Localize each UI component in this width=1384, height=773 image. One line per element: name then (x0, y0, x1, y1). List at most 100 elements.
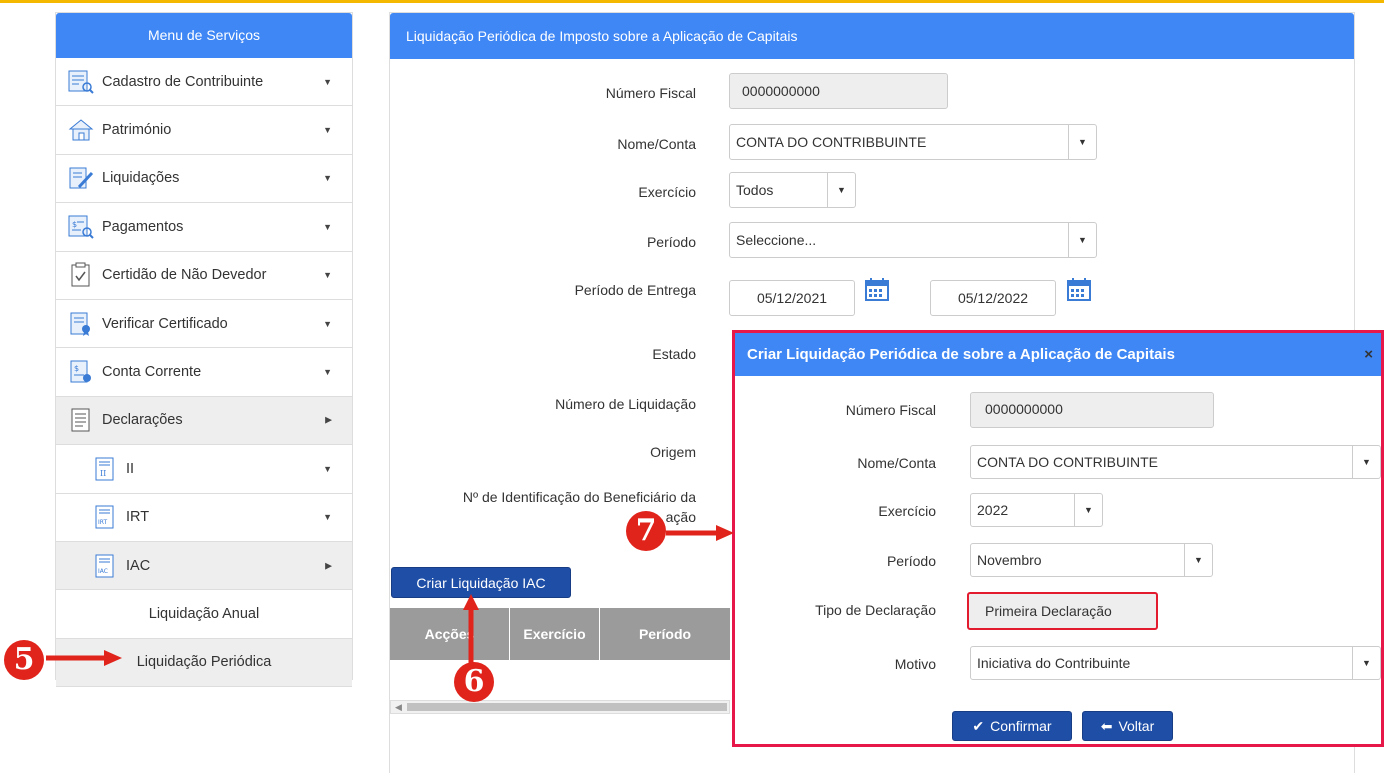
confirm-button[interactable]: ✔ Confirmar (952, 711, 1072, 741)
origem-label: Origem (650, 444, 696, 460)
table-horizontal-scrollbar[interactable]: ◀ (390, 700, 730, 714)
modal-motivo-label: Motivo (894, 656, 936, 672)
table-header-accoes[interactable]: Acções (390, 608, 510, 660)
modal-row-nome-conta: Nome/Conta CONTA DO CONTRIBUINTE ▼ (735, 445, 1381, 481)
modal-nome-conta-value: CONTA DO CONTRIBUINTE (977, 454, 1158, 470)
step-6-arrow-icon (463, 594, 479, 664)
numero-fiscal-field[interactable]: 0000000000 (729, 73, 948, 109)
sidebar-item-irt[interactable]: IRT IRT ▼ (56, 493, 352, 542)
chevron-down-icon: ▼ (323, 221, 332, 232)
modal-exercicio-value: 2022 (977, 502, 1009, 518)
sidebar-item-label: Cadastro de Contribuinte (102, 73, 264, 90)
sidebar-item-cadastro[interactable]: Cadastro de Contribuinte ▼ (56, 58, 352, 107)
svg-text:$: $ (72, 220, 77, 229)
modal-header: Criar Liquidação Periódica de sobre a Ap… (735, 333, 1381, 376)
sidebar-item-conta-corrente[interactable]: $ Conta Corrente ▼ (56, 348, 352, 397)
iac-document-icon: IAC (90, 552, 120, 580)
periodo-value: Seleccione... (736, 232, 817, 248)
date-from-input[interactable]: 05/12/2021 (729, 280, 855, 316)
pencil-document-icon (66, 164, 96, 192)
modal-nome-conta-label: Nome/Conta (857, 455, 936, 471)
calendar-icon[interactable] (1066, 276, 1092, 302)
svg-text:$: $ (74, 364, 79, 373)
modal-numero-fiscal-label: Número Fiscal (845, 402, 936, 418)
form-row-periodo-entrega: Período de Entrega 05/12/2021 05/12/2022 (390, 276, 1356, 316)
modal-row-motivo: Motivo Iniciativa do Contribuinte ▼ (735, 646, 1381, 682)
modal-title: Criar Liquidação Periódica de sobre a Ap… (747, 346, 1175, 363)
modal-nome-conta-select[interactable]: CONTA DO CONTRIBUINTE ▼ (970, 445, 1381, 479)
step-6-badge: 6 (454, 662, 494, 702)
chevron-down-icon: ▼ (1184, 544, 1212, 576)
modal-tipo-declaracao-field[interactable]: Primeira Declaração (967, 592, 1158, 630)
sidebar-item-certidao[interactable]: Certidão de Não Devedor ▼ (56, 251, 352, 300)
sidebar-item-label: Património (102, 122, 172, 139)
sidebar-item-verificar-certificado[interactable]: Verificar Certificado ▼ (56, 299, 352, 349)
account-icon: $ (66, 358, 96, 386)
modal-row-tipo-declaracao: Tipo de Declaração Primeira Declaração (735, 592, 1381, 630)
sidebar-item-label: Conta Corrente (102, 364, 202, 381)
step-5-badge: 5 (4, 640, 44, 680)
numero-fiscal-label: Número Fiscal (605, 85, 696, 101)
modal-motivo-select[interactable]: Iniciativa do Contribuinte ▼ (970, 646, 1381, 680)
certificate-icon (66, 310, 96, 338)
sidebar-item-liquidacoes[interactable]: Liquidações ▼ (56, 154, 352, 204)
periodo-select[interactable]: Seleccione... ▼ (729, 222, 1097, 258)
chevron-down-icon: ▼ (1068, 125, 1096, 159)
exercicio-label: Exercício (638, 184, 696, 200)
criar-liquidacao-iac-button[interactable]: Criar Liquidação IAC (391, 567, 571, 598)
close-icon[interactable]: × (1364, 333, 1373, 376)
svg-text:IRT: IRT (98, 519, 108, 526)
sidebar-item-liquidacao-anual[interactable]: Liquidação Anual (56, 590, 352, 639)
sidebar-item-label: Liquidação Anual (148, 605, 260, 622)
table-header-periodo[interactable]: Período (600, 608, 730, 660)
modal-motivo-value: Iniciativa do Contribuinte (977, 655, 1131, 671)
sidebar-item-label: Pagamentos (102, 218, 184, 235)
modal-row-periodo: Período Novembro ▼ (735, 543, 1381, 579)
modal-periodo-value: Novembro (977, 552, 1042, 568)
declaration-icon (66, 406, 96, 434)
nome-conta-label: Nome/Conta (617, 136, 696, 152)
sidebar-item-pagamentos[interactable]: $ Pagamentos ▼ (56, 203, 352, 252)
create-liquidation-modal: Criar Liquidação Periódica de sobre a Ap… (732, 330, 1384, 747)
back-button[interactable]: ⬅ Voltar (1082, 711, 1173, 741)
calendar-icon[interactable] (864, 276, 890, 302)
modal-tipo-declaracao-label: Tipo de Declaração (815, 602, 936, 618)
modal-numero-fiscal-field[interactable]: 0000000000 (970, 392, 1214, 428)
step-7-arrow-icon (666, 525, 734, 541)
sidebar-item-patrimonio[interactable]: Património ▼ (56, 106, 352, 155)
sidebar-item-declaracoes[interactable]: Declarações ▶ (56, 396, 352, 446)
form-row-periodo: Período Seleccione... ▼ (390, 222, 1356, 262)
chevron-down-icon: ▼ (827, 173, 855, 207)
modal-exercicio-select[interactable]: 2022 ▼ (970, 493, 1103, 527)
sidebar-item-label: Liquidações (102, 170, 180, 187)
sidebar-item-label: IRT (126, 509, 150, 526)
scroll-left-icon[interactable]: ◀ (395, 701, 402, 713)
exercicio-select[interactable]: Todos ▼ (729, 172, 856, 208)
sidebar-item-label: II (126, 460, 135, 477)
form-search-icon (66, 68, 96, 96)
periodo-label: Período (646, 234, 696, 250)
sidebar-item-label: IAC (126, 557, 151, 574)
chevron-down-icon: ▼ (323, 367, 332, 378)
form-row-nome-conta: Nome/Conta CONTA DO CONTRIBBUINTE ▼ (390, 124, 1356, 164)
chevron-down-icon: ▼ (323, 318, 332, 329)
modal-exercicio-label: Exercício (878, 503, 936, 519)
chevron-down-icon: ▼ (1068, 223, 1096, 257)
table-header-exercicio[interactable]: Exercício (510, 608, 600, 660)
results-table-header: Acções Exercício Período (390, 608, 730, 660)
modal-row-exercicio: Exercício 2022 ▼ (735, 493, 1381, 529)
sidebar-item-ii[interactable]: II II ▼ (56, 445, 352, 494)
estado-label: Estado (652, 346, 696, 362)
payment-search-icon: $ (66, 213, 96, 241)
chevron-down-icon: ▼ (1352, 647, 1380, 679)
ii-document-icon: II (90, 455, 120, 483)
scrollbar-thumb[interactable] (407, 703, 727, 711)
sidebar-item-iac[interactable]: IAC IAC ▶ (56, 541, 352, 591)
date-to-input[interactable]: 05/12/2022 (930, 280, 1056, 316)
sidebar-item-label: Verificar Certificado (102, 315, 228, 332)
confirm-button-label: Confirmar (990, 718, 1052, 734)
step-7-badge: 7 (626, 511, 666, 551)
page-title: Liquidação Periódica de Imposto sobre a … (390, 13, 1354, 59)
nome-conta-select[interactable]: CONTA DO CONTRIBBUINTE ▼ (729, 124, 1097, 160)
modal-periodo-select[interactable]: Novembro ▼ (970, 543, 1213, 577)
